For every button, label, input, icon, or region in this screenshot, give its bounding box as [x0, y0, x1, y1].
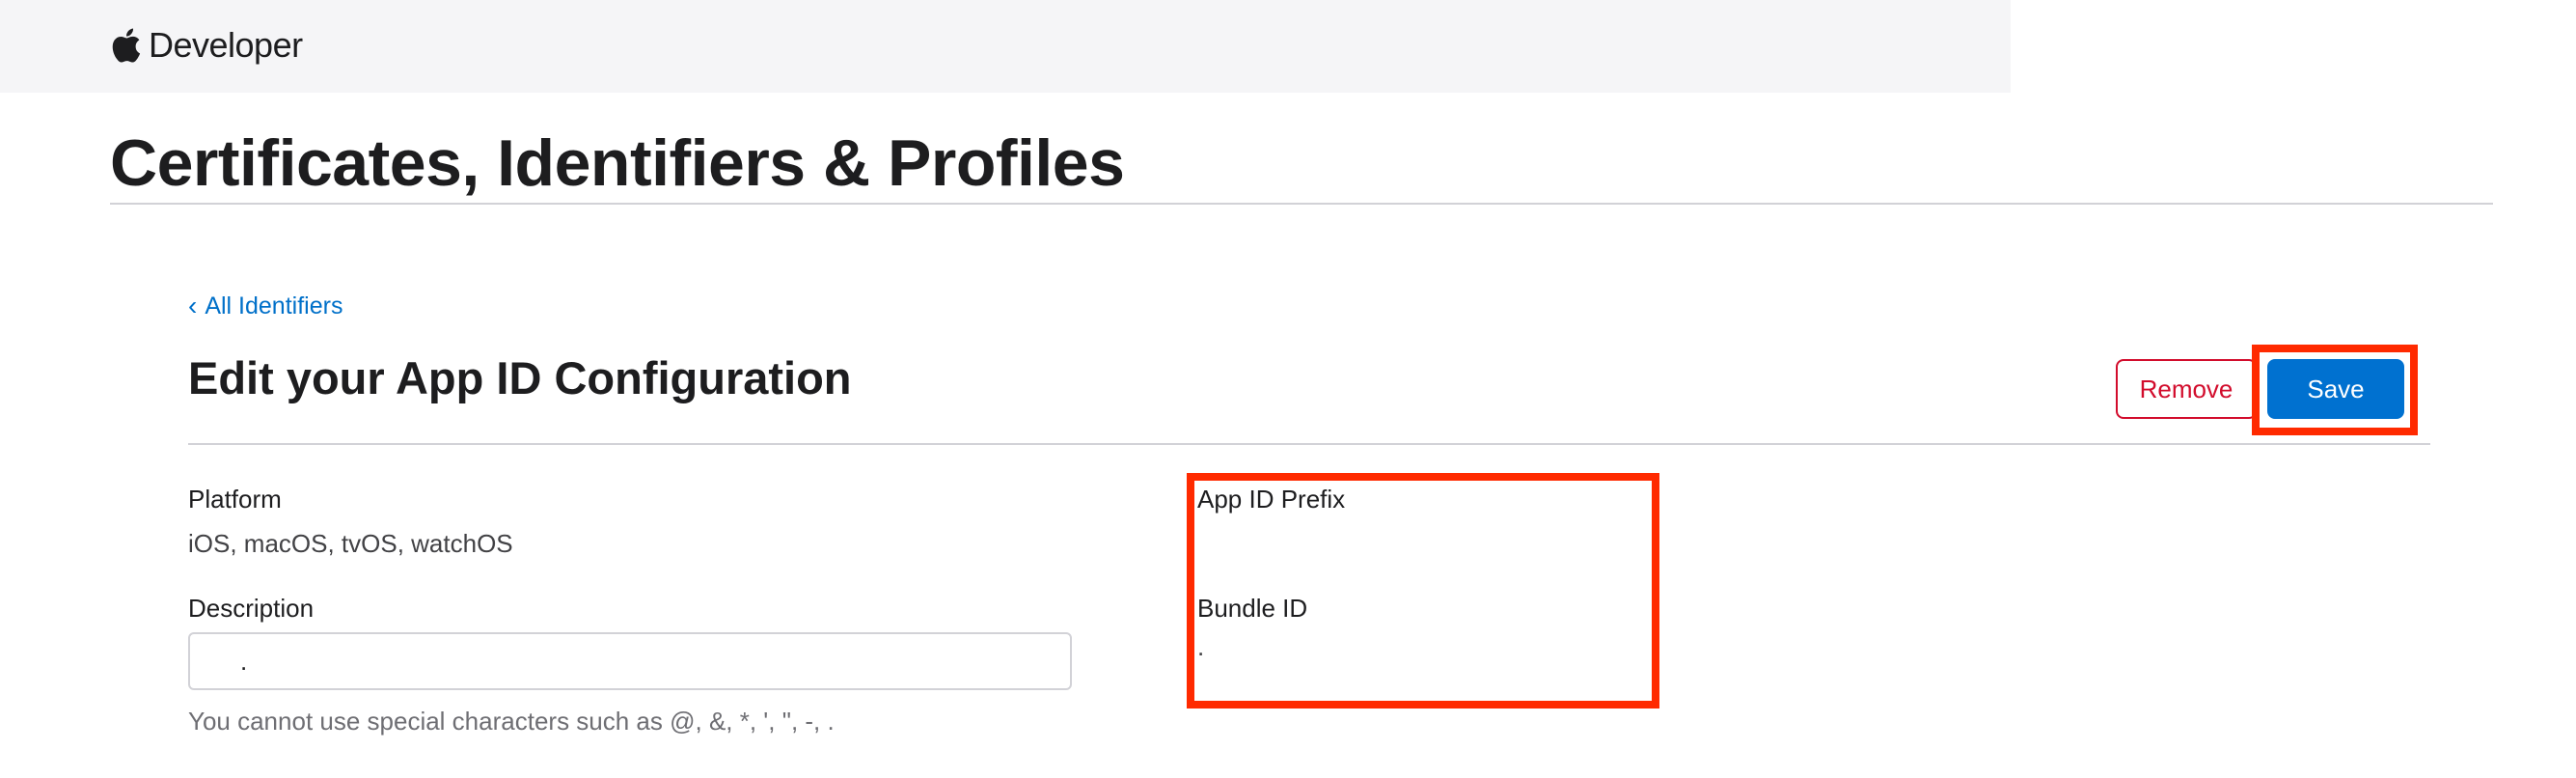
apple-logo-icon	[112, 28, 141, 63]
description-input[interactable]	[188, 632, 1072, 690]
section-title: Edit your App ID Configuration	[188, 352, 852, 403]
platform-value: iOS, macOS, tvOS, watchOS	[188, 529, 513, 558]
global-nav-bar: Developer	[0, 0, 2011, 93]
back-link-label: All Identifiers	[205, 292, 343, 320]
platform-label: Platform	[188, 485, 282, 514]
bundle-id-value: .	[1197, 632, 1205, 661]
all-identifiers-link[interactable]: ‹ All Identifiers	[188, 290, 343, 322]
chevron-left-icon: ‹	[188, 291, 198, 320]
description-label: Description	[188, 594, 315, 623]
description-hint: You cannot use special characters such a…	[188, 707, 835, 736]
page: Developer Certificates, Identifiers & Pr…	[0, 0, 2576, 778]
developer-home-link[interactable]: Developer	[112, 21, 303, 69]
brand-label: Developer	[149, 25, 303, 65]
app-id-prefix-label: App ID Prefix	[1197, 485, 1346, 514]
section-divider	[188, 443, 2430, 445]
remove-button[interactable]: Remove	[2116, 359, 2257, 419]
page-title: Certificates, Identifiers & Profiles	[110, 126, 1125, 200]
title-divider	[110, 203, 2493, 205]
bundle-id-label: Bundle ID	[1197, 594, 1308, 623]
save-button[interactable]: Save	[2267, 359, 2404, 419]
